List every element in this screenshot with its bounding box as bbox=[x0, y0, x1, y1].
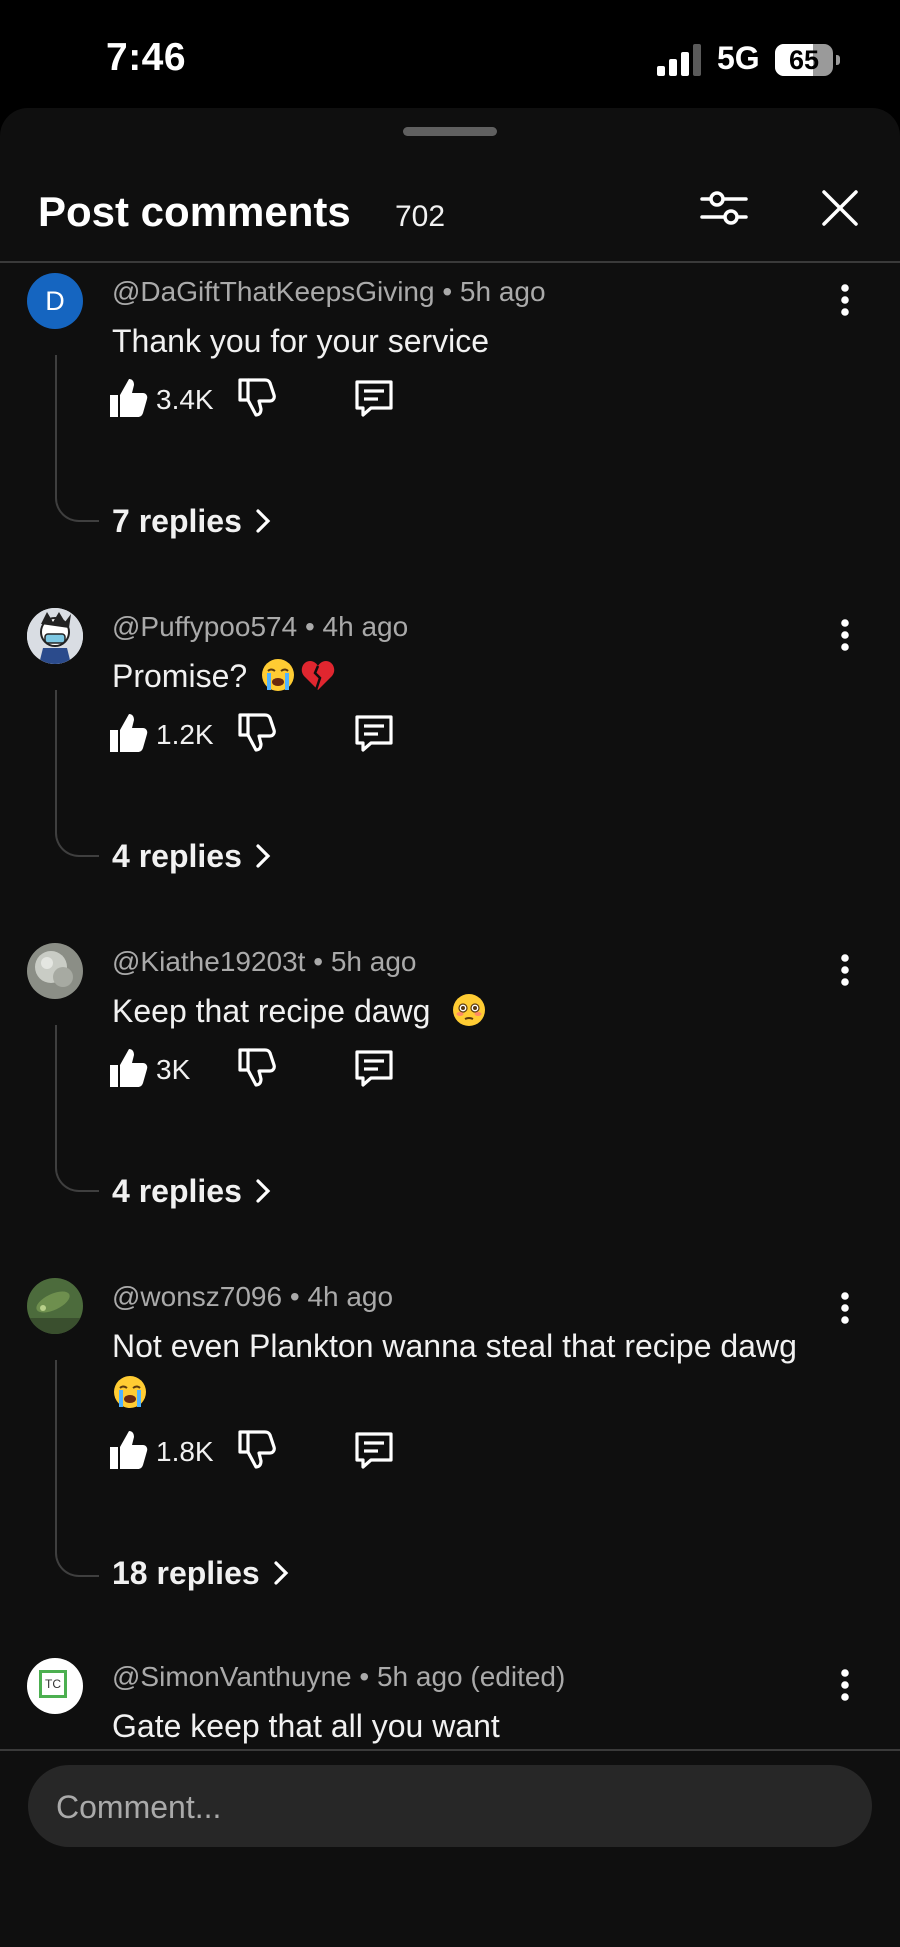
like-count: 1.8K bbox=[156, 1436, 214, 1467]
reply-icon[interactable] bbox=[352, 1046, 396, 1090]
comment-composer[interactable] bbox=[28, 1765, 872, 1847]
like-count: 3.4K bbox=[156, 384, 214, 415]
reply-icon[interactable] bbox=[352, 1428, 396, 1472]
more-options-icon[interactable] bbox=[830, 615, 860, 655]
comment-count: 702 bbox=[395, 200, 446, 233]
thumbs-up-icon[interactable] bbox=[108, 376, 152, 420]
thumbs-up-icon[interactable] bbox=[108, 1046, 152, 1090]
view-replies-button[interactable]: 4 replies bbox=[112, 838, 274, 875]
close-icon[interactable] bbox=[810, 178, 870, 238]
comments-sheet: Post comments 702 D @DaGiftThatKeepsGivi… bbox=[0, 108, 900, 1947]
comment-list[interactable]: D @DaGiftThatKeepsGiving • 5h ago Thank … bbox=[0, 263, 900, 1858]
thread-line bbox=[55, 1025, 99, 1192]
network-type: 5G bbox=[717, 40, 760, 76]
broken-heart-emoji bbox=[301, 661, 335, 691]
thread-line bbox=[55, 1360, 99, 1577]
thumbs-down-icon[interactable] bbox=[236, 1428, 280, 1472]
avatar[interactable] bbox=[27, 943, 83, 999]
thread-line bbox=[55, 355, 99, 522]
chevron-right-icon bbox=[256, 509, 271, 533]
like-count: 1.2K bbox=[156, 719, 214, 750]
reply-icon[interactable] bbox=[352, 376, 396, 420]
reply-icon[interactable] bbox=[352, 711, 396, 755]
avatar[interactable]: D bbox=[27, 273, 83, 329]
loudly-crying-face-emoji bbox=[114, 1376, 146, 1408]
thumbs-down-icon[interactable] bbox=[236, 1046, 280, 1090]
comment-actions: 1.2K bbox=[108, 711, 428, 761]
comment-text: Gate keep that all you want bbox=[112, 1708, 500, 1744]
thumbs-down-icon[interactable] bbox=[236, 376, 280, 420]
comment-author[interactable]: @Puffypoo574 • 4h ago bbox=[112, 611, 408, 643]
comment-text: Promise? bbox=[112, 653, 832, 700]
comment-input[interactable] bbox=[56, 1787, 836, 1827]
view-replies-button[interactable]: 4 replies bbox=[112, 1173, 274, 1210]
battery-level: 65 bbox=[788, 45, 820, 75]
status-bar: 7:46 5G 65 bbox=[0, 0, 900, 110]
cellular-signal-icon bbox=[657, 44, 701, 76]
avatar[interactable]: TC bbox=[27, 1658, 83, 1714]
composer-divider bbox=[0, 1749, 900, 1751]
sheet-header: Post comments 702 bbox=[0, 148, 900, 248]
status-time: 7:46 bbox=[106, 36, 187, 79]
comment-author[interactable]: @SimonVanthuyne • 5h ago (edited) bbox=[112, 1661, 565, 1693]
comment-actions: 3K bbox=[108, 1046, 428, 1096]
loudly-crying-face-emoji bbox=[262, 659, 295, 691]
battery-icon: 65 bbox=[775, 44, 840, 76]
avatar-masked-character-icon bbox=[27, 608, 83, 664]
flushed-face-emoji bbox=[453, 994, 486, 1026]
more-options-icon[interactable] bbox=[830, 950, 860, 990]
thread-line bbox=[55, 690, 99, 857]
comment-item: @Kiathe19203t • 5h ago Keep that recipe … bbox=[0, 943, 900, 1263]
thumbs-down-icon[interactable] bbox=[236, 711, 280, 755]
filter-icon[interactable] bbox=[694, 178, 754, 238]
comment-item: D @DaGiftThatKeepsGiving • 5h ago Thank … bbox=[0, 273, 900, 593]
avatar[interactable] bbox=[27, 1278, 83, 1334]
drag-handle[interactable] bbox=[403, 127, 497, 136]
comment-author[interactable]: @DaGiftThatKeepsGiving • 5h ago bbox=[112, 276, 546, 308]
comment-actions: 3.4K bbox=[108, 376, 428, 426]
comment-item: @Puffypoo574 • 4h ago Promise? 1.2K 4 re… bbox=[0, 608, 900, 928]
comment-author[interactable]: @wonsz7096 • 4h ago bbox=[112, 1281, 393, 1313]
comment-text: Keep that recipe dawg bbox=[112, 988, 832, 1035]
avatar[interactable] bbox=[27, 608, 83, 664]
thumbs-up-icon[interactable] bbox=[108, 711, 152, 755]
chevron-right-icon bbox=[256, 844, 271, 868]
view-replies-button[interactable]: 7 replies bbox=[112, 503, 274, 540]
avatar-photo-icon bbox=[27, 943, 83, 999]
more-options-icon[interactable] bbox=[830, 280, 860, 320]
chevron-right-icon bbox=[256, 1179, 271, 1203]
avatar-photo-icon bbox=[27, 1278, 83, 1334]
sheet-title: Post comments bbox=[38, 188, 351, 235]
view-replies-button[interactable]: 18 replies bbox=[112, 1555, 292, 1592]
comment-author[interactable]: @Kiathe19203t • 5h ago bbox=[112, 946, 416, 978]
avatar-tc-logo: TC bbox=[39, 1670, 67, 1698]
comment-text: Not even Plankton wanna steal that recip… bbox=[112, 1323, 832, 1417]
comment-text: Thank you for your service bbox=[112, 323, 490, 359]
like-count: 3K bbox=[156, 1054, 191, 1085]
more-options-icon[interactable] bbox=[830, 1665, 860, 1705]
comment-actions: 1.8K bbox=[108, 1428, 428, 1478]
chevron-right-icon bbox=[274, 1561, 288, 1585]
more-options-icon[interactable] bbox=[830, 1288, 860, 1328]
comment-item: @wonsz7096 • 4h ago Not even Plankton wa… bbox=[0, 1278, 900, 1648]
thumbs-up-icon[interactable] bbox=[108, 1428, 152, 1472]
